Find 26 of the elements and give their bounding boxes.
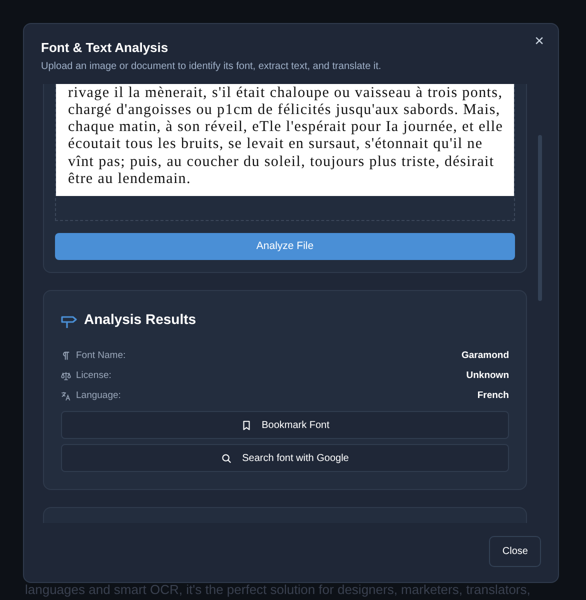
document-text-line: écoutait tous les bruits, se levait en sursaut, s'étonnait qu'il ne	[68, 136, 483, 154]
field-value: Garamond	[461, 349, 509, 364]
close-button[interactable]: ×	[532, 34, 546, 50]
drop-zone[interactable]	[55, 84, 515, 222]
background-text: languages and smart OCR, it's the perfect solution for designers, marketers, translators,	[25, 581, 530, 599]
search-icon	[221, 452, 232, 464]
pilcrow-icon	[61, 351, 71, 362]
dialog-title: Font & Text Analysis	[41, 40, 170, 56]
field-value: French	[477, 389, 509, 404]
dialog-subtitle: Upload an image or document to identify its font, extract text, and translate it.	[41, 60, 382, 74]
field-value: Unknown	[466, 369, 509, 384]
bookmark-icon	[240, 420, 252, 431]
translate-icon	[61, 391, 71, 402]
field-label: Font Name:	[76, 349, 126, 364]
document-text-line: rivage il la mènerait, s'il était chaloupe ou vaisseau à trois ponts,	[68, 84, 503, 102]
document-text-line: vînt pas; puis, au coucher du soleil, toujours plus triste, désirait	[68, 154, 494, 172]
field-label: License:	[76, 369, 112, 384]
document-text-line: chaque matin, à son réveil, eTle l'espérait pour Ia journée, et elle	[68, 119, 504, 136]
field-label: Language:	[76, 389, 121, 404]
action-button[interactable]: Search font with Google	[61, 444, 509, 472]
scale-icon	[61, 371, 71, 382]
results-title: Analysis Results	[84, 310, 196, 330]
action-button[interactable]: Bookmark Font	[61, 411, 509, 440]
document-text-line: être au lendemain.	[68, 171, 191, 188]
close-button[interactable]: Close	[489, 536, 541, 567]
document-text-line: chargé d'angoisses ou p1cm de félicités jusqu'aux sabords. Mais,	[68, 102, 500, 120]
